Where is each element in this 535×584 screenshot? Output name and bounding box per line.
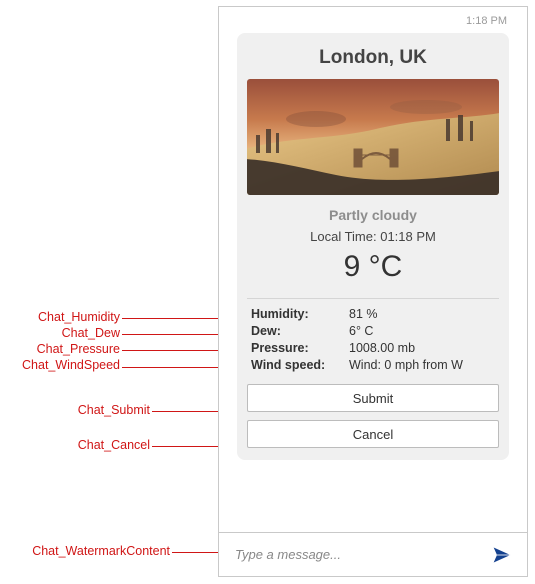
dew-label: Dew: [251, 324, 343, 338]
card-hero-image [247, 79, 499, 195]
dew-value: 6° C [349, 324, 495, 338]
chat-input-bar [219, 532, 527, 576]
card-title: London, UK [247, 43, 499, 79]
windspeed-label: Wind speed: [251, 358, 343, 372]
send-icon [492, 545, 512, 565]
annotation-windspeed: Chat_WindSpeed [0, 358, 120, 372]
submit-button[interactable]: Submit [247, 384, 499, 412]
send-button[interactable] [491, 544, 513, 566]
weather-details: Humidity: 81 % Dew: 6° C Pressure: 1008.… [247, 307, 499, 372]
annotation-pressure: Chat_Pressure [0, 342, 120, 356]
card-actions: Submit Cancel [247, 372, 499, 448]
weather-card: London, UK [237, 33, 509, 460]
annotation-dew: Chat_Dew [0, 326, 120, 340]
local-time: Local Time: 01:18 PM [247, 223, 499, 244]
cancel-button[interactable]: Cancel [247, 420, 499, 448]
annotation-watermark: Chat_WatermarkContent [0, 544, 170, 558]
humidity-label: Humidity: [251, 307, 343, 321]
message-input[interactable] [233, 546, 491, 563]
divider [247, 298, 499, 299]
annotation-submit: Chat_Submit [0, 403, 150, 417]
humidity-value: 81 % [349, 307, 495, 321]
weather-condition: Partly cloudy [247, 195, 499, 223]
message-timestamp: 1:18 PM [237, 13, 509, 33]
pressure-label: Pressure: [251, 341, 343, 355]
chat-widget: 1:18 PM London, UK [218, 6, 528, 577]
pressure-value: 1008.00 mb [349, 341, 495, 355]
temperature: 9 °C [247, 244, 499, 294]
annotation-cancel: Chat_Cancel [0, 438, 150, 452]
annotation-humidity: Chat_Humidity [0, 310, 120, 324]
windspeed-value: Wind: 0 mph from W [349, 358, 495, 372]
chat-messages: 1:18 PM London, UK [219, 7, 527, 532]
